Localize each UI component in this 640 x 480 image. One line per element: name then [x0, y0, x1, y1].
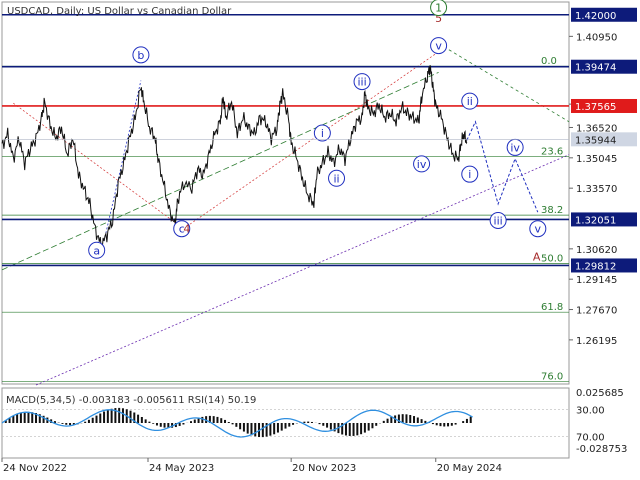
wave-label-11: i	[468, 168, 471, 181]
y-tick-label-7: 1.27670	[576, 306, 617, 317]
y-tick-label-4: 1.33570	[576, 184, 617, 195]
indicator-tick-label-0: 0.025685	[576, 388, 624, 399]
price-tag-label-2: 1.37565	[575, 102, 616, 113]
wave-label-16: A	[533, 250, 541, 263]
wave-label-14: iv	[510, 141, 520, 154]
wave-label-10: 1	[435, 2, 442, 15]
usdcad-chart: 0.023.638.250.061.876.0 abc4iiiiiiivv51i…	[0, 0, 640, 480]
fib-label-1: 23.6	[541, 147, 563, 158]
wave-label-0: a	[93, 244, 100, 257]
wave-label-1: b	[137, 49, 144, 62]
y-tick-label-0: 1.40950	[576, 32, 617, 43]
wave-label-4: i	[321, 127, 324, 140]
price-tag-label-1: 1.39474	[575, 63, 616, 74]
chart-title: USDCAD, Daily: US Dollar vs Canadian Dol…	[7, 6, 232, 17]
indicator-tick-label-1: 70.00	[576, 432, 605, 443]
price-tag-label-3: 1.32051	[575, 215, 616, 226]
chart-background	[0, 0, 640, 480]
fib-label-3: 50.0	[541, 254, 563, 265]
fib-label-0: 0.0	[541, 56, 557, 67]
wave-label-6: iii	[357, 76, 366, 89]
indicator-label: MACD(5,34,5) -0.003183 -0.005611 RSI(14)…	[6, 395, 256, 406]
wave-label-15: v	[535, 223, 542, 236]
y-tick-label-3: 1.35045	[576, 154, 617, 165]
fib-label-4: 61.8	[541, 302, 563, 313]
y-tick-label-8: 1.26195	[576, 336, 617, 347]
wave-label-7: iv	[417, 158, 427, 171]
x-tick-label-1: 24 May 2023	[149, 463, 214, 474]
y-tick-label-5: 1.30620	[576, 245, 617, 256]
fib-label-2: 38.2	[541, 205, 563, 216]
price-tag-label-0: 1.42000	[575, 11, 616, 22]
x-tick-label-2: 20 Nov 2023	[292, 463, 356, 474]
wave-label-13: iii	[494, 214, 503, 227]
wave-label-12: ii	[467, 95, 473, 108]
y-tick-label-6: 1.29145	[576, 275, 617, 286]
x-tick-label-3: 20 May 2024	[437, 463, 502, 474]
x-tick-label-0: 24 Nov 2022	[3, 463, 67, 474]
indicator-tick-label-2: 30.00	[576, 406, 605, 417]
fib-label-5: 76.0	[541, 371, 563, 382]
wave-label-8: v	[435, 40, 442, 53]
current-price-tag-label: 1.35944	[575, 135, 616, 146]
price-tag-label-4: 1.29812	[575, 261, 616, 272]
wave-label-5: ii	[333, 172, 339, 185]
wave-label-3: 4	[183, 223, 190, 236]
indicator-tick-label-3: -0.028753	[576, 444, 627, 455]
